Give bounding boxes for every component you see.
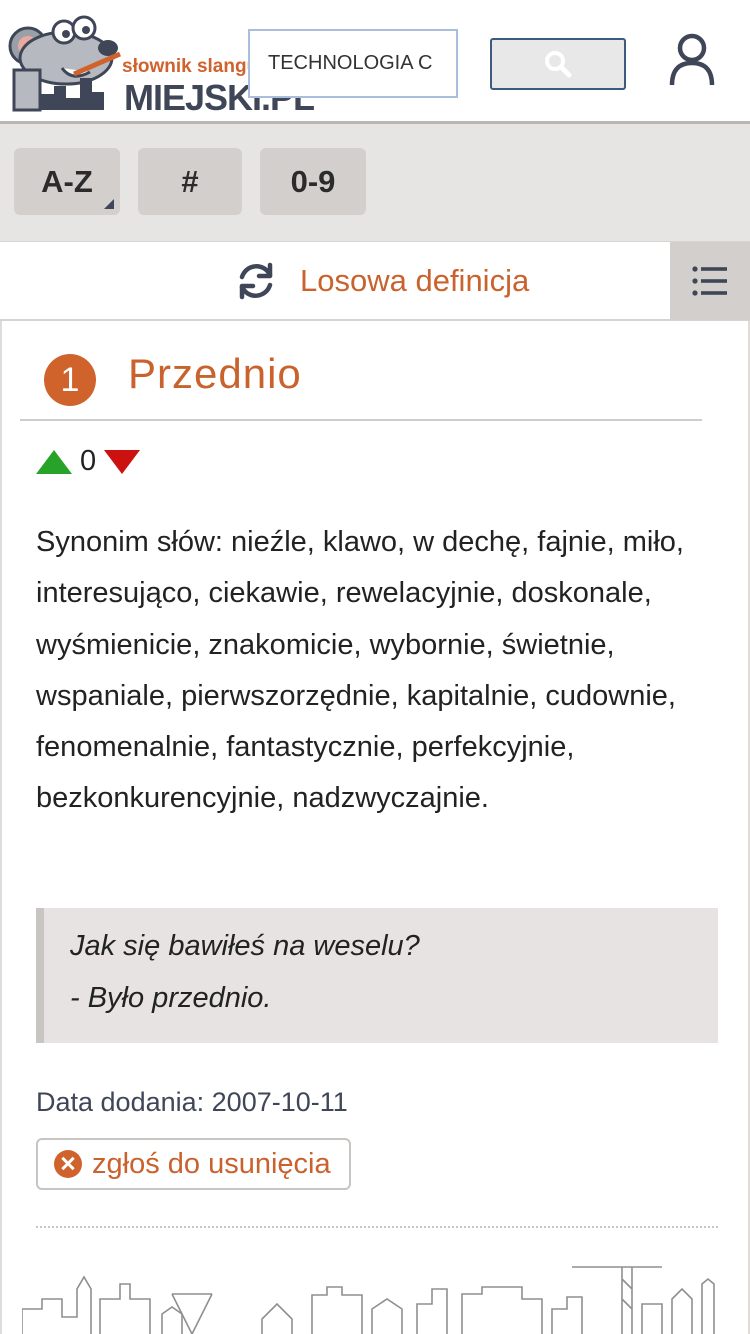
report-label: zgłoś do usunięcia <box>92 1147 331 1180</box>
report-button[interactable]: zgłoś do usunięcia <box>36 1138 351 1190</box>
user-icon <box>669 33 715 86</box>
search-input[interactable] <box>248 29 458 98</box>
close-circle-icon <box>54 1150 82 1178</box>
downvote-arrow-icon[interactable] <box>104 449 141 474</box>
user-account-button[interactable] <box>668 33 716 89</box>
entry-header: 1 Przednio <box>20 346 702 421</box>
dropdown-corner-icon <box>104 199 114 209</box>
example-quote: Jak się bawiłeś na weselu? - Było przedn… <box>36 908 718 1043</box>
entry-number-badge: 1 <box>44 354 96 406</box>
date-value: 2007-10-11 <box>211 1087 348 1117</box>
divider <box>36 1226 718 1228</box>
definition-text: Synonim słów: nieźle, klawo, w dechę, fa… <box>36 526 684 815</box>
logo-tagline: słownik slangu <box>122 56 259 77</box>
entry-title[interactable]: Przednio <box>128 350 302 398</box>
index-az-label: A-Z <box>41 163 93 199</box>
upvote-arrow-icon[interactable] <box>36 449 72 474</box>
index-digits-button[interactable]: 0-9 <box>260 148 366 215</box>
menu-button[interactable] <box>670 242 750 320</box>
random-bar: Losowa definicja <box>0 241 750 321</box>
example-line: - Było przednio. <box>70 982 272 1014</box>
refresh-icon <box>239 262 273 300</box>
site-header: słownik slangu MIEJSKI.PL <box>0 0 750 124</box>
index-hash-button[interactable]: # <box>138 148 242 215</box>
index-digits-label: 0-9 <box>290 163 336 199</box>
search-icon <box>545 51 572 78</box>
index-az-button[interactable]: A-Z <box>14 148 120 215</box>
site-logo[interactable]: słownik slangu MIEJSKI.PL <box>4 8 315 116</box>
index-nav-bar: A-Z # 0-9 <box>0 124 750 241</box>
definition-panel: 1 Przednio 0 Synonim słów: nieźle, klawo… <box>0 321 750 1334</box>
example-line: Jak się bawiłeś na weselu? <box>70 930 420 962</box>
search-button[interactable] <box>490 38 626 90</box>
vote-count: 0 <box>80 445 97 477</box>
random-definition-label: Losowa definicja <box>300 263 530 298</box>
index-hash-label: # <box>181 163 199 199</box>
vote-widget: 0 <box>36 445 141 478</box>
random-definition-link[interactable]: Losowa definicja <box>234 259 529 303</box>
date-added: Data dodania: 2007-10-11 <box>36 1087 348 1118</box>
list-icon <box>692 266 727 296</box>
city-skyline-illustration <box>22 1266 715 1334</box>
date-label: Data dodania: <box>36 1087 205 1117</box>
